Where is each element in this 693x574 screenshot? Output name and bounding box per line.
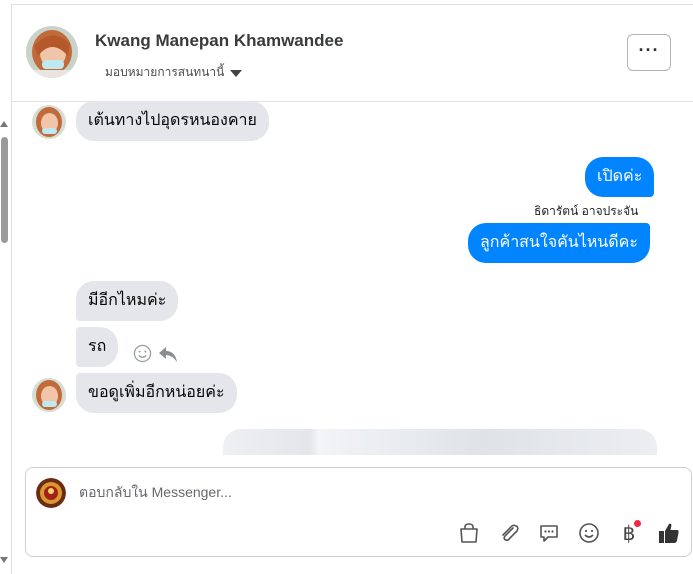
reply-input[interactable] — [79, 484, 639, 500]
message-bubble-incoming[interactable]: ขอดูเพิ่มอีกหน่อยค่ะ — [76, 373, 237, 413]
conversation-header: Kwang Manepan Khamwandee มอบหมายการสนทนา… — [12, 5, 693, 102]
contact-avatar[interactable] — [26, 26, 78, 78]
scroll-down-arrow-icon[interactable] — [0, 557, 8, 563]
notification-dot — [634, 520, 641, 527]
caret-down-icon — [230, 69, 243, 77]
scrollbar-thumb[interactable] — [1, 137, 8, 243]
emoji-icon[interactable] — [576, 520, 602, 546]
more-options-button[interactable]: ··· — [627, 34, 671, 71]
contact-avatar-small[interactable] — [32, 105, 66, 139]
thumbs-up-icon[interactable] — [656, 520, 682, 546]
message-bubble-outgoing[interactable]: ลูกค้าสนใจคันไหนดีคะ — [468, 223, 650, 263]
smile-icon[interactable] — [133, 344, 152, 368]
assign-conversation-dropdown[interactable]: มอบหมายการสนทนานี้ — [105, 63, 243, 82]
reply-composer: ฿ — [25, 467, 692, 557]
contact-avatar-small[interactable] — [32, 378, 66, 412]
shopping-bag-icon[interactable] — [456, 520, 482, 546]
scroll-up-arrow-icon[interactable] — [0, 121, 8, 127]
paperclip-icon[interactable] — [496, 520, 522, 546]
message-actions — [133, 344, 178, 368]
more-icon: ··· — [638, 39, 660, 60]
saved-reply-icon[interactable] — [536, 520, 562, 546]
message-bubble-incoming[interactable]: รถ — [76, 327, 119, 367]
baht-payment-icon[interactable]: ฿ — [616, 520, 642, 546]
contact-name: Kwang Manepan Khamwandee — [95, 31, 344, 50]
message-bubble-incoming[interactable]: เต้นทางไปอุดรหนองคาย — [76, 101, 269, 141]
composer-toolbar: ฿ — [456, 520, 682, 546]
image-attachment[interactable] — [223, 429, 657, 455]
reply-icon[interactable] — [158, 345, 178, 368]
page-avatar — [36, 478, 66, 508]
message-bubble-incoming[interactable]: มีอีกไหมค่ะ — [76, 281, 179, 321]
sender-name: ธิดารัตน์ อาจประจัน — [534, 204, 639, 218]
assign-conversation-label: มอบหมายการสนทนานี้ — [105, 65, 225, 79]
message-bubble-outgoing[interactable]: เปิดค่ะ — [585, 157, 655, 197]
